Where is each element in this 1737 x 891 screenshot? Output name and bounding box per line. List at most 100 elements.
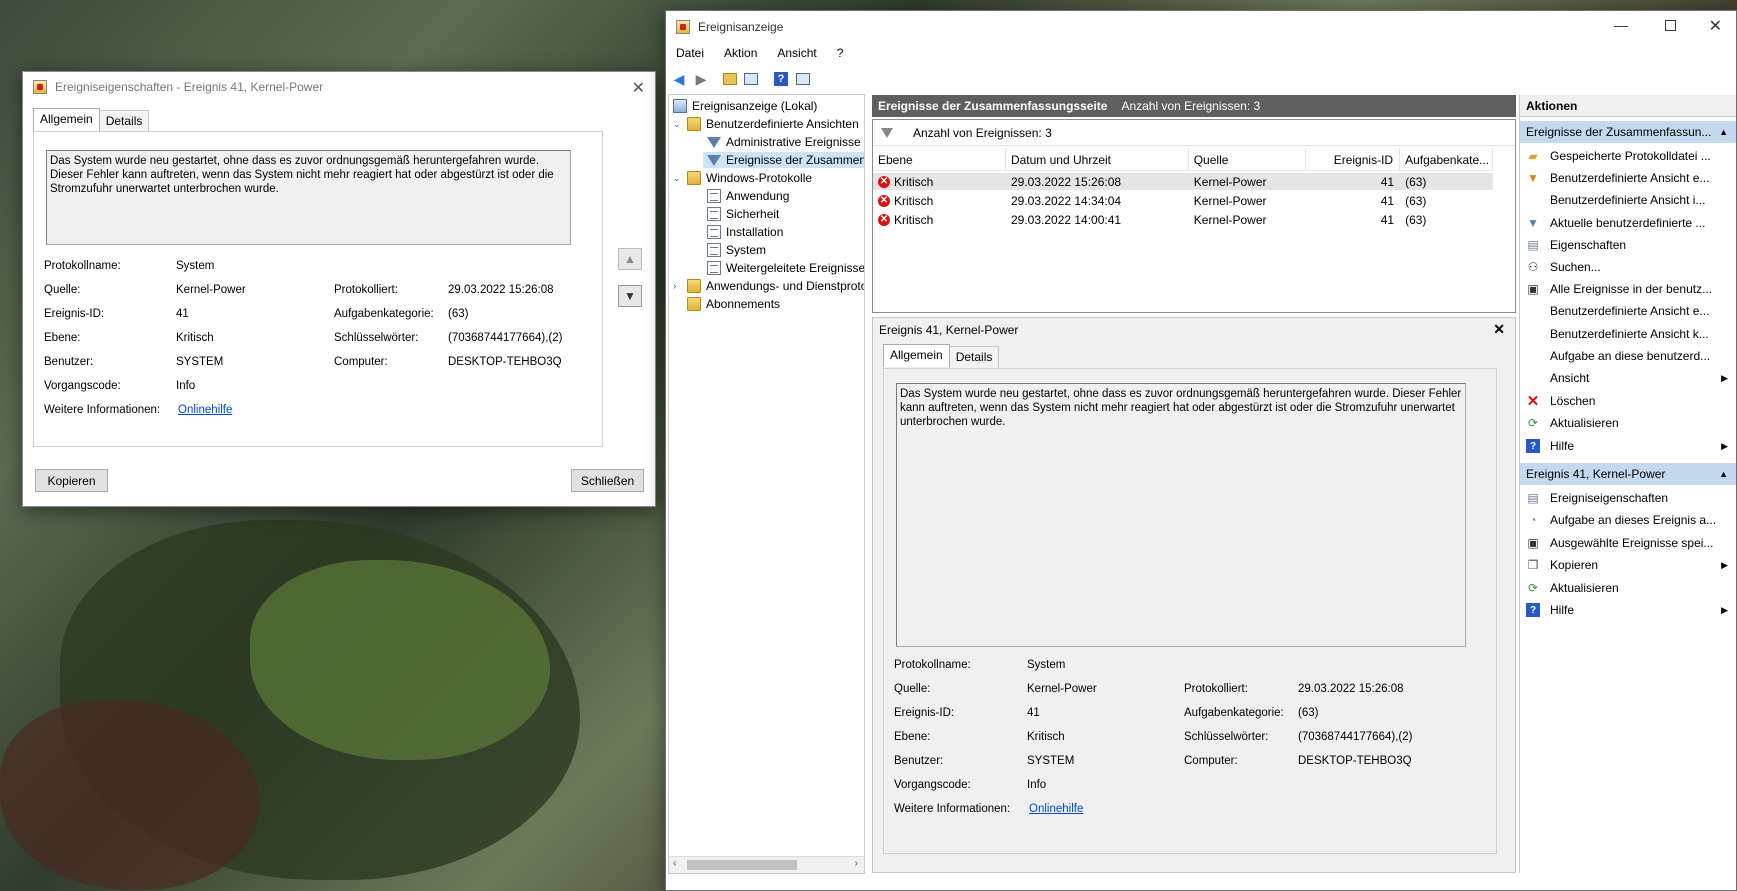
scroll-right-icon[interactable]: › — [855, 858, 858, 869]
action-help[interactable]: ? Hilfe ▶ — [1520, 435, 1736, 457]
tree-windows-logs[interactable]: ⌄ Windows-Protokolle — [673, 170, 812, 186]
detail-tab-details[interactable]: Details — [948, 346, 1000, 369]
tree-installation[interactable]: Installation — [707, 224, 783, 240]
actions-section-summary[interactable]: Ereignisse der Zusammenfassun... ▲ — [1520, 121, 1736, 143]
filter-icon — [707, 154, 721, 166]
action-help-event[interactable]: ? Hilfe ▶ — [1520, 599, 1736, 621]
action-copy-custom-view[interactable]: Benutzerdefinierte Ansicht k... — [1520, 323, 1709, 345]
label-ebene: Ebene: — [44, 332, 81, 344]
detail-tab-allgemein[interactable]: Allgemein — [883, 344, 950, 367]
collapse-icon[interactable]: ▲ — [1719, 469, 1728, 479]
tab-details[interactable]: Details — [98, 110, 150, 133]
horizontal-scrollbar[interactable]: ‹ › — [669, 856, 864, 873]
action-refresh[interactable]: ⟳ Aktualisieren — [1520, 412, 1619, 434]
tree-summary-events[interactable]: Ereignisse der Zusammenfassungsseite — [703, 152, 864, 168]
action-view[interactable]: Ansicht ▶ — [1520, 367, 1736, 389]
copy-button[interactable]: Kopieren — [35, 469, 108, 492]
action-copy[interactable]: ❐ Kopieren ▶ — [1520, 554, 1736, 576]
scroll-left-icon[interactable]: ‹ — [673, 858, 676, 869]
chevron-right-icon[interactable]: › — [673, 281, 687, 292]
dialog-titlebar[interactable]: Ereigniseigenschaften - Ereignis 41, Ker… — [23, 72, 655, 102]
scrollbar-thumb[interactable] — [687, 860, 797, 870]
col-aufgabenkategorie[interactable]: Aufgabenkate... — [1400, 149, 1493, 170]
action-attach-task-view[interactable]: Aufgabe an diese benutzerd... — [1520, 345, 1710, 367]
cell-level-text: Kritisch — [894, 212, 934, 227]
event-description[interactable]: Das System wurde neu gestartet, ohne das… — [46, 150, 571, 245]
detail-pane: Ereignis 41, Kernel-Power ✕ Allgemein De… — [872, 317, 1516, 873]
collapse-icon[interactable]: ▲ — [1719, 127, 1728, 137]
table-row[interactable]: ✕ Kritisch 29.03.2022 14:34:04 Kernel-Pow… — [873, 192, 1493, 209]
action-attach-task-event[interactable]: ◔ Aufgabe an dieses Ereignis a... — [1520, 509, 1716, 531]
submenu-arrow-icon: ▶ — [1721, 440, 1728, 451]
chevron-down-icon[interactable]: ⌄ — [673, 173, 687, 184]
menu-help[interactable]: ? — [827, 46, 854, 60]
actions-section-event[interactable]: Ereignis 41, Kernel-Power ▲ — [1520, 463, 1736, 485]
action-label: Benutzerdefinierte Ansicht i... — [1550, 193, 1706, 207]
main-titlebar[interactable]: Ereignisanzeige — ✕ — [666, 11, 1736, 43]
action-search[interactable]: ⚇ Suchen... — [1520, 256, 1601, 278]
tree-admin-events[interactable]: Administrative Ereignisse — [707, 134, 861, 150]
onlinehilfe-link[interactable]: Onlinehilfe — [178, 404, 232, 416]
tree-forwarded[interactable]: Weitergeleitete Ereignisse — [707, 260, 864, 276]
tree-subscriptions[interactable]: Abonnements — [687, 296, 780, 312]
table-row[interactable]: ✕ Kritisch 29.03.2022 14:00:41 Kernel-Pow… — [873, 211, 1493, 228]
chevron-down-icon[interactable]: ⌄ — [673, 119, 687, 130]
tree-anwendung[interactable]: Anwendung — [707, 188, 789, 204]
col-datum[interactable]: Datum und Uhrzeit — [1006, 149, 1189, 170]
detail-event-description[interactable]: Das System wurde neu gestartet, ohne das… — [896, 383, 1466, 647]
detail-label-ebene: Ebene: — [894, 731, 931, 743]
menu-aktion[interactable]: Aktion — [714, 46, 767, 60]
action-delete[interactable]: ✕ Löschen — [1520, 390, 1596, 412]
show-hide-action-icon[interactable] — [794, 70, 812, 88]
col-ereignis-id[interactable]: Ereignis-ID — [1306, 149, 1401, 170]
close-icon[interactable]: ✕ — [1709, 16, 1722, 36]
tree-sicherheit[interactable]: Sicherheit — [707, 206, 779, 222]
col-ebene[interactable]: Ebene — [873, 149, 1006, 170]
maximize-icon[interactable] — [1665, 20, 1676, 31]
menu-datei[interactable]: Datei — [666, 46, 714, 60]
action-filter-current-view[interactable]: ▼ Aktuelle benutzerdefinierte ... — [1520, 212, 1705, 234]
properties-icon: ▤ — [1527, 491, 1539, 505]
table-row[interactable]: ✕ Kritisch 29.03.2022 15:26:08 Kernel-Pow… — [873, 173, 1493, 190]
tree-custom-views[interactable]: ⌄ Benutzerdefinierte Ansichten — [673, 116, 859, 132]
action-open-saved-log[interactable]: ▰ Gespeicherte Protokolldatei ... — [1520, 145, 1710, 167]
scroll-up-button[interactable]: ▲ — [618, 248, 642, 270]
value-vorgangscode: Info — [176, 380, 196, 392]
blank-icon — [1526, 304, 1540, 318]
action-refresh-event[interactable]: ⟳ Aktualisieren — [1520, 577, 1619, 599]
tree-app-service-logs[interactable]: › Anwendungs- und Dienstprotokolle — [673, 278, 864, 294]
tree-system[interactable]: System — [707, 242, 766, 258]
action-save-selected[interactable]: ▣ Ausgewählte Ereignisse spei... — [1520, 532, 1713, 554]
action-label: Eigenschaften — [1550, 238, 1627, 252]
action-event-properties[interactable]: ▤ Ereigniseigenschaften — [1520, 487, 1668, 509]
detail-onlinehilfe-link[interactable]: Onlinehilfe — [1029, 803, 1083, 815]
action-import-custom-view[interactable]: Benutzerdefinierte Ansicht i... — [1520, 189, 1705, 211]
event-properties-dialog: Ereigniseigenschaften - Ereignis 41, Ker… — [22, 71, 656, 507]
close-button[interactable]: Schließen — [571, 469, 644, 492]
menu-ansicht[interactable]: Ansicht — [767, 46, 826, 60]
blank-icon — [1526, 327, 1540, 341]
action-save-all-events[interactable]: ▣ Alle Ereignisse in der benutz... — [1520, 278, 1712, 300]
help-icon[interactable]: ? — [772, 70, 790, 88]
show-hide-tree-icon[interactable] — [742, 70, 760, 88]
folder-icon — [687, 171, 701, 185]
minimize-icon[interactable]: — — [1614, 17, 1628, 33]
close-icon[interactable]: ✕ — [632, 78, 645, 98]
up-folder-icon[interactable] — [721, 70, 739, 88]
back-icon[interactable]: ◀ — [670, 70, 688, 88]
action-create-custom-view[interactable]: ▼ Benutzerdefinierte Ansicht e... — [1520, 167, 1709, 189]
value-protokollname: System — [176, 260, 215, 272]
tree-root[interactable]: Ereignisanzeige (Lokal) — [673, 98, 817, 114]
log-icon — [707, 207, 721, 221]
col-quelle[interactable]: Quelle — [1189, 149, 1307, 170]
scroll-down-button[interactable]: ▼ — [618, 285, 642, 307]
tree-custom-views-label: Benutzerdefinierte Ansichten — [706, 117, 859, 131]
action-properties[interactable]: ▤ Eigenschaften — [1520, 234, 1626, 256]
label-aufgabenkategorie: Aufgabenkategorie: — [334, 308, 434, 320]
action-export-custom-view[interactable]: Benutzerdefinierte Ansicht e... — [1520, 300, 1709, 322]
tab-allgemein[interactable]: Allgemein — [33, 108, 100, 131]
close-detail-icon[interactable]: ✕ — [1493, 321, 1505, 338]
forward-icon[interactable]: ▶ — [692, 70, 710, 88]
actions-pane: Aktionen Ereignisse der Zusammenfassun..… — [1519, 95, 1736, 873]
tree-admin-events-label: Administrative Ereignisse — [726, 135, 861, 149]
